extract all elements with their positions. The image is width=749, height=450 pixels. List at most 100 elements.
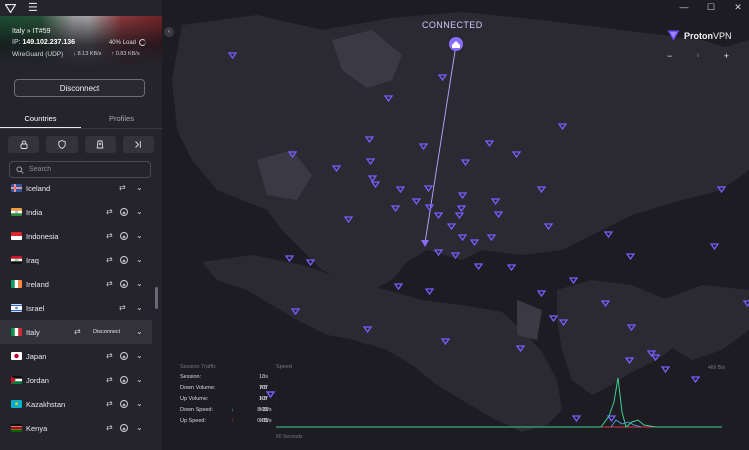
speed-header: Speed [276, 364, 292, 370]
search-icon [15, 165, 24, 174]
tor-icon: ◉ [120, 208, 128, 216]
proton-vpn-logo-icon [667, 30, 680, 41]
country-row-kenya[interactable]: Kenya ⇄ ◉ ⌄ [0, 416, 152, 440]
filter-tor-button[interactable] [122, 136, 154, 153]
server-change-icon[interactable]: ⇄ [119, 184, 126, 192]
load-text: 40% Load [108, 39, 136, 46]
chevron-down-icon[interactable]: ⌄ [136, 328, 143, 336]
maximize-icon[interactable]: ☐ [706, 2, 716, 13]
close-icon[interactable]: ✕ [733, 2, 743, 13]
country-name: Israel [26, 303, 45, 313]
stat-down-speed: Down Speed: ↓ 8.13 KB/s [180, 407, 272, 413]
country-row-japan[interactable]: Japan ⇄ ◉ ⌄ [0, 344, 152, 368]
row-disconnect-button[interactable]: Disconnect [93, 329, 120, 335]
country-row-israel[interactable]: Israel ⇄ ⌄ [0, 296, 152, 320]
server-change-icon[interactable]: ⇄ [119, 304, 126, 312]
country-row-iceland[interactable]: Iceland ⇄ ⌄ [0, 176, 152, 200]
tabs-divider [0, 128, 162, 129]
tor-icon: ◉ [120, 256, 128, 264]
server-change-icon[interactable]: ⇄ [106, 424, 113, 432]
forward-icon [135, 141, 142, 148]
chevron-down-icon[interactable]: ⌄ [136, 400, 143, 408]
chevron-down-icon[interactable]: ⌄ [136, 232, 143, 240]
flag-italy-icon [11, 328, 22, 336]
feature-filters [8, 136, 154, 153]
tor-icon: ◉ [120, 376, 128, 384]
speed-x-label: 60 Seconds [276, 434, 303, 440]
country-name: Iceland [26, 183, 51, 193]
flag-iraq-icon [11, 256, 22, 264]
flag-india-icon [11, 208, 22, 216]
country-row-italy[interactable]: Italy ⇄ Disconnect ⌄ [0, 320, 152, 344]
country-row-iraq[interactable]: Iraq ⇄ ◉ ⌄ [0, 248, 152, 272]
sidebar: Italy » IT#59 IP: 149.102.237.136 40% Lo… [0, 0, 162, 450]
stat-session: Session: 18s [180, 374, 268, 380]
tor-icon: ◉ [120, 232, 128, 240]
chevron-down-icon[interactable]: ⌄ [136, 352, 143, 360]
search-input[interactable] [29, 166, 149, 173]
download-line [276, 377, 722, 428]
chevron-down-icon[interactable]: ⌄ [136, 304, 143, 312]
window-controls: — ☐ ✕ [679, 2, 743, 13]
server-change-icon[interactable]: ⇄ [106, 352, 113, 360]
filter-secure-core-button[interactable] [8, 136, 40, 153]
collapse-sidebar-button[interactable]: ‹ [164, 27, 174, 37]
menu-icon[interactable]: ☰ [28, 2, 38, 14]
titlebar-left: ☰ [0, 0, 162, 16]
server-change-icon[interactable]: ⇄ [106, 400, 113, 408]
flag-israel-icon [11, 304, 22, 312]
map-panel: ‹ CONNECTED — ☐ ✕ ProtonVPN − ı + Sessio… [162, 0, 749, 450]
country-row-kazakhstan[interactable]: Kazakhstan ⇄ ◉ ⌄ [0, 392, 152, 416]
country-name: Kazakhstan [26, 399, 66, 409]
tor-icon: ◉ [120, 424, 128, 432]
connection-status: CONNECTED [422, 20, 483, 30]
flag-iceland-icon [11, 184, 22, 192]
server-change-icon[interactable]: ⇄ [74, 328, 81, 336]
chevron-down-icon[interactable]: ⌄ [136, 184, 143, 192]
session-stats: Session Traffic Session: 18s Down Volume… [180, 364, 280, 429]
session-traffic-header: Session Traffic [180, 364, 216, 370]
tor-icon: ◉ [120, 400, 128, 408]
country-row-jordan[interactable]: Jordan ⇄ ◉ ⌄ [0, 368, 152, 392]
server-load: 40% Load [109, 39, 146, 46]
zoom-controls: − ı + [667, 51, 729, 61]
chevron-down-icon[interactable]: ⌄ [136, 208, 143, 216]
country-row-ireland[interactable]: Ireland ⇄ ◉ ⌄ [0, 272, 152, 296]
server-change-icon[interactable]: ⇄ [106, 376, 113, 384]
server-change-icon[interactable]: ⇄ [106, 256, 113, 264]
zoom-out-button[interactable]: − [667, 51, 672, 61]
country-name: Iraq [26, 255, 39, 265]
country-name: Kenya [26, 423, 48, 433]
speed-chart [276, 372, 722, 430]
chevron-down-icon[interactable]: ⌄ [136, 280, 143, 288]
lock-icon [20, 140, 28, 149]
filter-p2p-button[interactable] [84, 136, 116, 153]
tab-profiles[interactable]: Profiles [81, 107, 162, 129]
proton-vpn-brand: ProtonVPN [667, 30, 732, 41]
p2p-icon [96, 140, 104, 149]
country-row-india[interactable]: India ⇄ ◉ ⌄ [0, 200, 152, 224]
flag-jordan-icon [11, 376, 22, 384]
server-name: Italy » IT#59 [12, 28, 51, 35]
zoom-in-button[interactable]: + [724, 51, 729, 61]
country-name: Japan [26, 351, 47, 361]
zoom-separator: ı [697, 53, 699, 59]
proton-logo-icon [5, 3, 16, 13]
server-change-icon[interactable]: ⇄ [106, 208, 113, 216]
disconnect-button[interactable]: Disconnect [14, 79, 145, 97]
chevron-down-icon[interactable]: ⌄ [136, 424, 143, 432]
country-name: Ireland [26, 279, 49, 289]
country-name: Indonesia [26, 231, 59, 241]
minimize-icon[interactable]: — [679, 2, 689, 13]
server-change-icon[interactable]: ⇄ [106, 232, 113, 240]
filter-netshield-button[interactable] [46, 136, 78, 153]
flag-kazakhstan-icon [11, 400, 22, 408]
tab-countries[interactable]: Countries [0, 107, 81, 129]
stat-up-volume: Up Volume: 197 KB [180, 396, 268, 402]
country-row-indonesia[interactable]: Indonesia ⇄ ◉ ⌄ [0, 224, 152, 248]
chevron-down-icon[interactable]: ⌄ [136, 256, 143, 264]
connection-header: Italy » IT#59 IP: 149.102.237.136 40% Lo… [0, 16, 162, 68]
country-list-scrollbar[interactable] [155, 287, 158, 309]
chevron-down-icon[interactable]: ⌄ [136, 376, 143, 384]
server-change-icon[interactable]: ⇄ [106, 280, 113, 288]
